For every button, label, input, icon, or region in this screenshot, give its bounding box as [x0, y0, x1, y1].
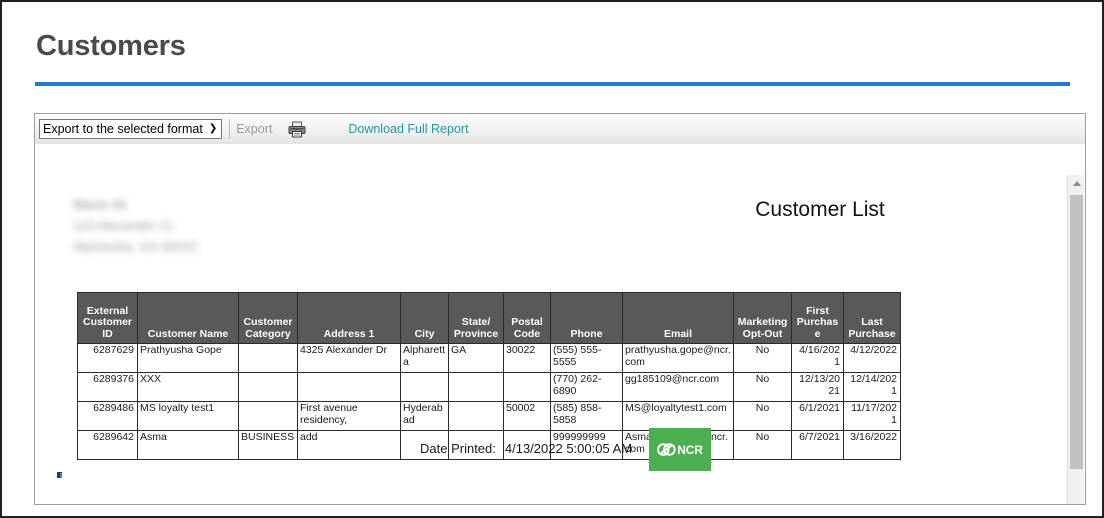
- download-full-report-link[interactable]: Download Full Report: [348, 122, 468, 136]
- cell-customer-category: BUSINESS: [238, 430, 298, 460]
- scroll-up-button[interactable]: [1068, 175, 1085, 192]
- customer-list-table: External Customer ID Customer Name Custo…: [77, 292, 901, 460]
- cell-city: Alpharetta: [400, 343, 449, 373]
- cell-first-purchase: 6/1/2021: [791, 401, 844, 431]
- cell-address-1: 4325 Alexander Dr: [297, 343, 401, 373]
- report-viewer: Export to the selected format ❯ Export D…: [34, 113, 1086, 505]
- report-vertical-scrollbar[interactable]: [1067, 175, 1085, 504]
- cell-customer-category: [238, 401, 298, 431]
- page-frame: Customers Export to the selected format …: [0, 0, 1104, 518]
- cell-marketing-opt-out: No: [733, 372, 792, 402]
- cell-customer-name: Asma: [137, 430, 239, 460]
- page-header: Customers: [2, 2, 1102, 86]
- cell-phone: (585) 858-5858: [550, 401, 623, 431]
- cell-last-purchase: 4/12/2022: [843, 343, 901, 373]
- cell-customer-category: [238, 372, 298, 402]
- cell-customer-name: Prathyusha Gope: [137, 343, 239, 373]
- page-artifact-speck: [57, 472, 62, 478]
- date-printed-value: 4/13/2022 5:00:05 AM: [504, 441, 633, 456]
- scrollbar-thumb[interactable]: [1070, 195, 1083, 469]
- ncr-logo-text: NCR: [677, 442, 703, 457]
- column-header-last-purchase: Last Purchase: [843, 292, 901, 344]
- cell-first-purchase: 6/7/2021: [791, 430, 844, 460]
- column-header-first-purchase: First Purchase: [791, 292, 844, 344]
- cell-state-province: [448, 401, 504, 431]
- cell-marketing-opt-out: No: [733, 401, 792, 431]
- cell-address-1: First avenue residency,: [297, 401, 401, 431]
- report-sheet: Store #1 123 Alexander Ct Alpharetta, GA…: [35, 144, 1069, 504]
- cell-email: MS@loyaltytest1.com: [622, 401, 734, 431]
- ncr-links-icon: [657, 443, 676, 456]
- cell-address-1: add: [297, 430, 401, 460]
- table-row: 6289486 MS loyalty test1 First avenue re…: [77, 401, 901, 431]
- report-title: Customer List: [755, 198, 885, 221]
- table-header: External Customer ID Customer Name Custo…: [77, 292, 901, 344]
- export-format-select-value: Export to the selected format: [43, 122, 203, 136]
- triangle-up-icon: [1072, 181, 1081, 186]
- cell-postal-code: 50002: [503, 401, 551, 431]
- table-header-row: External Customer ID Customer Name Custo…: [77, 292, 901, 344]
- cell-external-customer-id: 6287629: [77, 343, 138, 373]
- cell-city: [400, 372, 449, 402]
- cell-email: prathyusha.gope@ncr.com: [622, 343, 734, 373]
- cell-last-purchase: 12/14/2021: [843, 372, 901, 402]
- cell-marketing-opt-out: No: [733, 343, 792, 373]
- cell-postal-code: [503, 372, 551, 402]
- cell-state-province: [448, 372, 504, 402]
- column-header-address-1: Address 1: [297, 292, 401, 344]
- ncr-logo: NCR: [649, 428, 711, 471]
- cell-external-customer-id: 6289642: [77, 430, 138, 460]
- chevron-down-icon: ❯: [208, 123, 218, 134]
- export-format-select[interactable]: Export to the selected format ❯: [39, 119, 223, 139]
- export-button[interactable]: Export: [236, 122, 272, 136]
- cell-state-province: GA: [448, 343, 504, 373]
- cell-email: gg185109@ncr.com: [622, 372, 734, 402]
- print-icon[interactable]: [288, 121, 306, 138]
- column-header-email: Email: [622, 292, 734, 344]
- company-address-block: Store #1 123 Alexander Ct Alpharetta, GA…: [73, 194, 197, 257]
- report-toolbar: Export to the selected format ❯ Export D…: [34, 113, 1086, 145]
- cell-last-purchase: 11/17/2021: [843, 401, 901, 431]
- cell-phone: (770) 262-6890: [550, 372, 623, 402]
- cell-first-purchase: 12/13/2021: [791, 372, 844, 402]
- cell-marketing-opt-out: No: [733, 430, 792, 460]
- company-address-line3: Alpharetta, GA 30022: [73, 239, 198, 254]
- report-canvas: Store #1 123 Alexander Ct Alpharetta, GA…: [34, 144, 1086, 505]
- cell-city: Hyderabad: [400, 401, 449, 431]
- column-header-city: City: [400, 292, 449, 344]
- date-printed: Date Printed: 4/13/2022 5:00:05 AM: [420, 441, 632, 456]
- cell-external-customer-id: 6289486: [77, 401, 138, 431]
- table-row: 6289376 XXX (770) 262-6890 gg185109@ncr.…: [77, 372, 901, 402]
- cell-last-purchase: 3/16/2022: [843, 430, 901, 460]
- column-header-customer-name: Customer Name: [137, 292, 239, 344]
- column-header-customer-category: Customer Category: [238, 292, 298, 344]
- cell-postal-code: 30022: [503, 343, 551, 373]
- toolbar-divider: [229, 119, 231, 139]
- cell-phone: (555) 555-5555: [550, 343, 623, 373]
- cell-address-1: [297, 372, 401, 402]
- title-divider: [35, 82, 1070, 86]
- cell-first-purchase: 4/16/2021: [791, 343, 844, 373]
- column-header-external-customer-id: External Customer ID: [77, 292, 138, 344]
- table-row: 6287629 Prathyusha Gope 4325 Alexander D…: [77, 343, 901, 373]
- cell-customer-name: XXX: [137, 372, 239, 402]
- cell-customer-category: [238, 343, 298, 373]
- column-header-phone: Phone: [550, 292, 623, 344]
- column-header-marketing-opt-out: Marketing Opt-Out: [733, 292, 792, 344]
- company-address-line1: Store #1: [73, 197, 128, 212]
- page-title: Customers: [36, 30, 186, 62]
- company-address-line2: 123 Alexander Ct: [73, 218, 173, 233]
- column-header-state-province: State/ Province: [448, 292, 504, 344]
- ncr-mark: NCR: [657, 442, 703, 457]
- cell-external-customer-id: 6289376: [77, 372, 138, 402]
- column-header-postal-code: Postal Code: [503, 292, 551, 344]
- date-printed-label: Date Printed:: [420, 441, 496, 456]
- cell-customer-name: MS loyalty test1: [137, 401, 239, 431]
